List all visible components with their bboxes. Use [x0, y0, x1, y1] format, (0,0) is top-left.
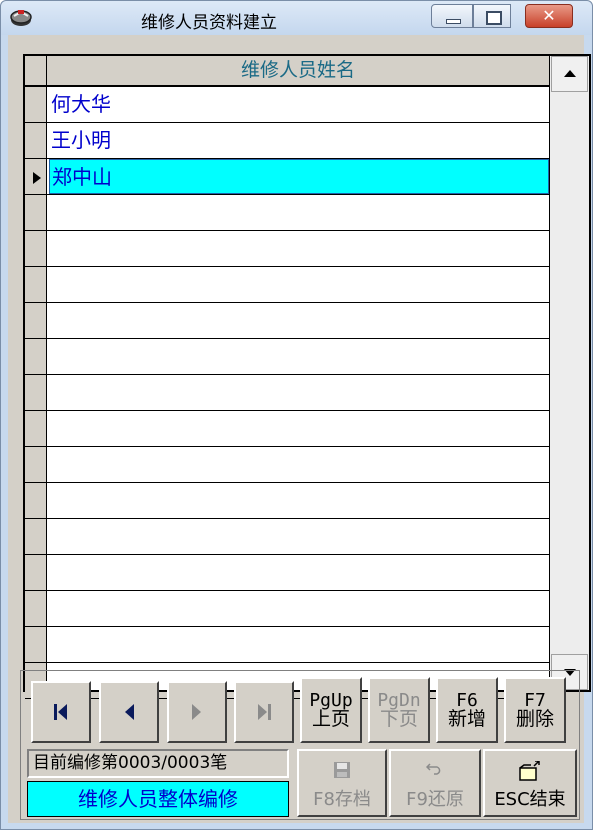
- grid-row[interactable]: [25, 231, 549, 267]
- row-indicator-cell[interactable]: [25, 303, 47, 338]
- undo-icon: [426, 763, 441, 775]
- row-indicator-cell[interactable]: [25, 267, 47, 302]
- delete-label: 删除: [515, 708, 554, 730]
- grid-row[interactable]: 王小明: [25, 123, 549, 159]
- staff-name-cell[interactable]: [49, 591, 549, 626]
- staff-name-cell[interactable]: [49, 375, 549, 410]
- last-record-icon: [258, 704, 271, 720]
- staff-grid: 维修人员姓名 何大华 王小明 郑中山: [23, 54, 591, 699]
- row-indicator-cell[interactable]: [25, 627, 47, 662]
- scroll-up-arrow-icon[interactable]: [551, 56, 588, 92]
- grid-row[interactable]: [25, 627, 549, 663]
- grid-row[interactable]: [25, 375, 549, 411]
- row-indicator-cell[interactable]: [25, 447, 47, 482]
- staff-name-cell[interactable]: [49, 195, 549, 230]
- first-record-icon: [54, 704, 67, 720]
- exit-label: ESC结束: [494, 789, 566, 810]
- add-button[interactable]: F6 新增: [436, 677, 498, 743]
- row-indicator-cell[interactable]: [25, 339, 47, 374]
- first-record-button[interactable]: [31, 681, 91, 743]
- staff-name-cell[interactable]: [49, 447, 549, 482]
- row-indicator-cell[interactable]: [25, 231, 47, 266]
- column-header-name[interactable]: 维修人员姓名: [47, 56, 549, 85]
- exit-button[interactable]: ESC结束: [483, 749, 577, 817]
- grid-row[interactable]: [25, 591, 549, 627]
- vertical-scrollbar[interactable]: [549, 56, 589, 690]
- floppy-disk-icon: [334, 762, 350, 778]
- add-label: 新增: [447, 708, 486, 730]
- staff-name-cell[interactable]: 郑中山: [49, 159, 549, 194]
- row-indicator-cell[interactable]: [25, 123, 47, 158]
- prev-record-icon: [125, 704, 134, 720]
- row-indicator-cell[interactable]: [25, 483, 47, 518]
- grid-row[interactable]: [25, 483, 549, 519]
- record-status: 目前编修第0003/0003笔: [27, 749, 289, 778]
- restore-label: F9还原: [406, 789, 464, 810]
- header-indicator-cell: [25, 56, 47, 85]
- close-icon: ✕: [542, 6, 556, 25]
- client-area: 维修人员姓名 何大华 王小明 郑中山 PgUp 上页 PgDn 下页 F6 新增…: [8, 35, 591, 823]
- delete-button[interactable]: F7 删除: [504, 677, 566, 743]
- grid-row[interactable]: [25, 303, 549, 339]
- title-bar[interactable]: 维修人员资料建立 ✕: [1, 1, 592, 35]
- page-down-button[interactable]: PgDn 下页: [368, 677, 430, 743]
- last-record-button[interactable]: [234, 681, 294, 743]
- save-label: F8存档: [313, 789, 371, 810]
- row-indicator-cell[interactable]: [25, 411, 47, 446]
- staff-name-cell[interactable]: 王小明: [49, 123, 549, 158]
- prev-record-button[interactable]: [99, 681, 159, 743]
- maximize-button[interactable]: [473, 4, 511, 28]
- exit-folder-icon: [519, 761, 540, 781]
- grid-row[interactable]: [25, 411, 549, 447]
- staff-name-cell[interactable]: [49, 555, 549, 590]
- row-indicator-cell[interactable]: [25, 519, 47, 554]
- close-button[interactable]: ✕: [525, 4, 573, 28]
- staff-name-cell[interactable]: [49, 519, 549, 554]
- row-indicator-cell[interactable]: [25, 555, 47, 590]
- row-indicator-cell[interactable]: [25, 195, 47, 230]
- row-indicator-cell[interactable]: [25, 159, 47, 194]
- next-record-button[interactable]: [167, 681, 227, 743]
- save-button[interactable]: F8存档: [297, 749, 387, 817]
- grid-row[interactable]: [25, 195, 549, 231]
- staff-name-cell[interactable]: [49, 627, 549, 662]
- page-down-label: 下页: [379, 708, 418, 730]
- staff-name-cell[interactable]: 何大华: [49, 87, 549, 122]
- app-window: 维修人员资料建立 ✕ 维修人员姓名 何大华 王小明 郑中山 PgUp 上页 Pg…: [0, 0, 593, 830]
- grid-row[interactable]: 何大华: [25, 87, 549, 123]
- grid-row[interactable]: [25, 339, 549, 375]
- grid-row[interactable]: [25, 519, 549, 555]
- record-toolbar: PgUp 上页 PgDn 下页 F6 新增 F7 删除 目前编修第0003/00…: [20, 670, 580, 820]
- row-indicator-cell[interactable]: [25, 375, 47, 410]
- grid-header: 维修人员姓名: [25, 56, 549, 87]
- staff-name-cell[interactable]: [49, 303, 549, 338]
- page-up-button[interactable]: PgUp 上页: [300, 677, 362, 743]
- row-indicator-cell[interactable]: [25, 591, 47, 626]
- staff-name-cell[interactable]: [49, 483, 549, 518]
- grid-row[interactable]: [25, 267, 549, 303]
- staff-name-cell[interactable]: [49, 267, 549, 302]
- grid-row[interactable]: [25, 447, 549, 483]
- minimize-button[interactable]: [431, 4, 473, 28]
- row-indicator-cell[interactable]: [25, 87, 47, 122]
- grid-row[interactable]: [25, 555, 549, 591]
- staff-name-cell[interactable]: [49, 339, 549, 374]
- window-title: 维修人员资料建立: [141, 13, 277, 33]
- staff-name-cell[interactable]: [49, 231, 549, 266]
- app-icon: [10, 10, 32, 26]
- edit-mode-label: 维修人员整体编修: [27, 781, 289, 817]
- next-record-icon: [192, 704, 201, 720]
- page-up-label: 上页: [311, 708, 350, 730]
- restore-button[interactable]: F9还原: [389, 749, 481, 817]
- current-row-pointer-icon: [33, 172, 41, 184]
- grid-row[interactable]: 郑中山: [25, 159, 549, 195]
- staff-name-cell[interactable]: [49, 411, 549, 446]
